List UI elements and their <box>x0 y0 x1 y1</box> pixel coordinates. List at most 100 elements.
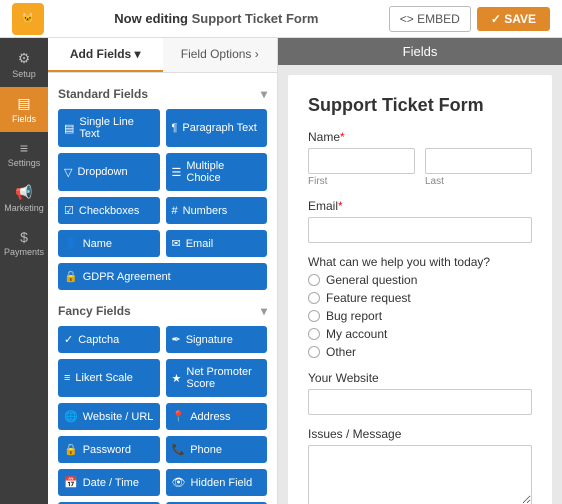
radio-bug[interactable]: Bug report <box>308 309 532 323</box>
fancy-fields-header: Fancy Fields ▾ <box>58 304 267 318</box>
field-btn-website-url[interactable]: 🌐Website / URL <box>58 403 160 430</box>
radio-circle-general <box>308 274 320 286</box>
field-btn-name[interactable]: 👤Name <box>58 230 160 257</box>
first-name-wrap: First <box>308 148 415 187</box>
tab-add-fields[interactable]: Add Fields ▾ <box>48 38 163 72</box>
name-row: First Last <box>308 148 532 187</box>
form-group-message: Issues / Message <box>308 427 532 504</box>
field-btn-address[interactable]: 📍Address <box>166 403 268 430</box>
sidebar-item-setup[interactable]: ⚙ Setup <box>0 42 48 87</box>
email-icon: ✉ <box>172 237 181 250</box>
radio-feature[interactable]: Feature request <box>308 291 532 305</box>
setup-icon: ⚙ <box>18 50 31 67</box>
name-label: Name* <box>308 130 532 144</box>
dropdown-icon: ▽ <box>64 166 72 179</box>
sidebar: ⚙ Setup ▤ Fields ≡ Settings 📢 Marketing … <box>0 38 48 504</box>
sidebar-item-marketing[interactable]: 📢 Marketing <box>0 176 48 221</box>
last-name-wrap: Last <box>425 148 532 187</box>
captcha-icon: ✓ <box>64 333 73 346</box>
field-btn-datetime[interactable]: 📅Date / Time <box>58 469 160 496</box>
field-btn-paragraph-text[interactable]: ¶Paragraph Text <box>166 109 268 147</box>
editing-title: Now editing Support Ticket Form <box>44 11 389 26</box>
standard-fields-grid: ▤Single Line Text ¶Paragraph Text ▽Dropd… <box>58 109 267 290</box>
phone-icon: 📞 <box>172 443 186 456</box>
likert-icon: ≡ <box>64 372 70 384</box>
checkboxes-icon: ☑ <box>64 204 74 217</box>
field-btn-dropdown[interactable]: ▽Dropdown <box>58 153 160 191</box>
email-label: Email* <box>308 199 532 213</box>
email-input[interactable] <box>308 217 532 243</box>
field-btn-gdpr[interactable]: 🔒GDPR Agreement <box>58 263 267 290</box>
first-name-input[interactable] <box>308 148 415 174</box>
url-icon: 🌐 <box>64 410 78 423</box>
first-label: First <box>308 176 415 187</box>
radio-circle-feature <box>308 292 320 304</box>
embed-button[interactable]: <> EMBED <box>389 6 471 32</box>
top-bar: 🐱 Now editing Support Ticket Form <> EMB… <box>0 0 562 38</box>
app-logo: 🐱 <box>12 3 44 35</box>
email-required: * <box>338 199 343 213</box>
form-group-name: Name* First Last <box>308 130 532 187</box>
hidden-icon: 👁 <box>172 476 186 489</box>
message-textarea[interactable] <box>308 445 532 504</box>
radio-circle-account <box>308 328 320 340</box>
sidebar-item-payments[interactable]: $ Payments <box>0 221 48 265</box>
single-line-icon: ▤ <box>64 122 74 135</box>
field-btn-password[interactable]: 🔒Password <box>58 436 160 463</box>
password-icon: 🔒 <box>64 443 78 456</box>
message-label: Issues / Message <box>308 427 532 441</box>
field-btn-numbers[interactable]: #Numbers <box>166 197 268 224</box>
form-group-email: Email* <box>308 199 532 243</box>
sidebar-item-settings[interactable]: ≡ Settings <box>0 132 48 176</box>
last-label: Last <box>425 176 532 187</box>
tab-field-options[interactable]: Field Options › <box>163 38 278 72</box>
fields-icon: ▤ <box>17 95 30 112</box>
field-btn-multiple-choice[interactable]: ☰Multiple Choice <box>166 153 268 191</box>
radio-circle-other <box>308 346 320 358</box>
website-input[interactable] <box>308 389 532 415</box>
field-btn-hidden-field[interactable]: 👁Hidden Field <box>166 469 268 496</box>
field-btn-single-line-text[interactable]: ▤Single Line Text <box>58 109 160 147</box>
field-btn-likert[interactable]: ≡Likert Scale <box>58 359 160 397</box>
main-layout: ⚙ Setup ▤ Fields ≡ Settings 📢 Marketing … <box>0 38 562 504</box>
fields-content: Standard Fields ▾ ▤Single Line Text ¶Par… <box>48 73 277 504</box>
name-required: * <box>340 130 345 144</box>
marketing-icon: 📢 <box>15 184 32 201</box>
payments-icon: $ <box>20 229 28 245</box>
form-group-help: What can we help you with today? General… <box>308 255 532 359</box>
help-label: What can we help you with today? <box>308 255 532 269</box>
last-name-input[interactable] <box>425 148 532 174</box>
address-icon: 📍 <box>172 410 186 423</box>
field-btn-signature[interactable]: ✒Signature <box>166 326 268 353</box>
paragraph-icon: ¶ <box>172 122 178 134</box>
field-btn-captcha[interactable]: ✓Captcha <box>58 326 160 353</box>
field-btn-nps[interactable]: ★Net Promoter Score <box>166 359 268 397</box>
save-button[interactable]: ✓ SAVE <box>477 7 550 31</box>
multiple-choice-icon: ☰ <box>172 166 182 179</box>
standard-fields-arrow: ▾ <box>261 87 267 101</box>
form-preview: Support Ticket Form Name* First Last <box>288 75 552 504</box>
standard-fields-header: Standard Fields ▾ <box>58 87 267 101</box>
top-bar-actions: <> EMBED ✓ SAVE <box>389 6 550 32</box>
left-panel: Add Fields ▾ Field Options › Standard Fi… <box>48 38 278 504</box>
website-label: Your Website <box>308 371 532 385</box>
fancy-fields-arrow: ▾ <box>261 304 267 318</box>
radio-group: General question Feature request Bug rep… <box>308 273 532 359</box>
radio-account[interactable]: My account <box>308 327 532 341</box>
signature-icon: ✒ <box>172 333 181 346</box>
form-group-website: Your Website <box>308 371 532 415</box>
datetime-icon: 📅 <box>64 476 78 489</box>
field-btn-phone[interactable]: 📞Phone <box>166 436 268 463</box>
gdpr-icon: 🔒 <box>64 270 78 283</box>
radio-circle-bug <box>308 310 320 322</box>
fields-tab-bar: Fields <box>278 38 562 65</box>
settings-icon: ≡ <box>20 140 28 156</box>
name-icon: 👤 <box>64 237 78 250</box>
field-btn-email[interactable]: ✉Email <box>166 230 268 257</box>
sidebar-item-fields[interactable]: ▤ Fields <box>0 87 48 132</box>
radio-other[interactable]: Other <box>308 345 532 359</box>
right-panel: Fields Support Ticket Form Name* First L… <box>278 38 562 504</box>
radio-general[interactable]: General question <box>308 273 532 287</box>
nps-icon: ★ <box>172 372 182 385</box>
field-btn-checkboxes[interactable]: ☑Checkboxes <box>58 197 160 224</box>
